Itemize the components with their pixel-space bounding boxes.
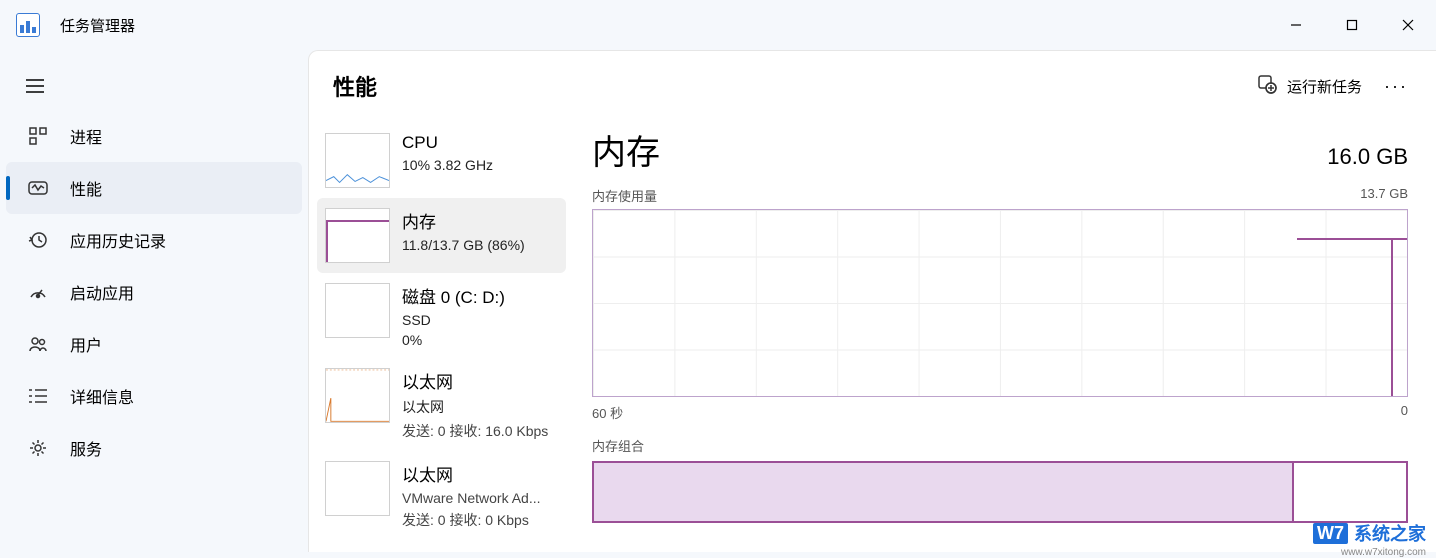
nav-services[interactable]: 服务 xyxy=(6,422,302,474)
detail-panel: 内存 16.0 GB 内存使用量 13.7 GB 60 秒 0 内存组合 xyxy=(574,121,1436,552)
run-task-icon xyxy=(1257,74,1277,98)
mini-title: CPU xyxy=(402,133,493,153)
history-icon xyxy=(28,230,48,250)
app-icon xyxy=(16,13,40,37)
maximize-button[interactable] xyxy=(1324,0,1380,50)
main-header: 性能 运行新任务 ··· xyxy=(309,51,1436,121)
mini-panel: CPU 10% 3.82 GHz 内存 11.8/13.7 GB (86%) 磁… xyxy=(309,121,574,552)
mini-item-ethernet-1[interactable]: 以太网 以太网 发送: 0 接收: 16.0 Kbps xyxy=(317,358,566,451)
mini-item-ethernet-2[interactable]: 以太网 VMware Network Ad... 发送: 0 接收: 0 Kbp… xyxy=(317,451,566,540)
sidebar: 进程 性能 应用历史记录 启动应用 用户 详细信息 服务 xyxy=(0,50,308,552)
app-title: 任务管理器 xyxy=(60,15,135,36)
page-title: 性能 xyxy=(333,70,377,102)
disk-thumbnail xyxy=(325,283,390,338)
hamburger-button[interactable] xyxy=(0,62,308,110)
nav-app-history[interactable]: 应用历史记录 xyxy=(6,214,302,266)
grid-icon xyxy=(28,126,48,146)
mini-title: 磁盘 0 (C: D:) xyxy=(402,283,505,308)
speedometer-icon xyxy=(28,282,48,302)
ethernet-thumbnail xyxy=(325,368,390,423)
nav-label: 进程 xyxy=(70,124,102,148)
mini-sub: 10% 3.82 GHz xyxy=(402,157,493,173)
nav-performance[interactable]: 性能 xyxy=(6,162,302,214)
mini-sub: 11.8/13.7 GB (86%) xyxy=(402,237,525,253)
window-controls xyxy=(1268,0,1436,50)
users-icon xyxy=(28,334,48,354)
mini-title: 以太网 xyxy=(402,368,548,393)
close-button[interactable] xyxy=(1380,0,1436,50)
memory-usage-chart xyxy=(592,209,1408,397)
main-panel: 性能 运行新任务 ··· CPU 10% 3.82 GHz xyxy=(308,50,1436,552)
nav-label: 服务 xyxy=(70,436,102,460)
mini-item-memory[interactable]: 内存 11.8/13.7 GB (86%) xyxy=(317,198,566,273)
mini-sub: 以太网 xyxy=(402,397,548,417)
title-bar: 任务管理器 xyxy=(0,0,1436,50)
mini-sub: SSD xyxy=(402,312,505,328)
mini-sub: VMware Network Ad... xyxy=(402,490,541,506)
nav-processes[interactable]: 进程 xyxy=(6,110,302,162)
x-axis-left: 60 秒 xyxy=(592,403,623,422)
more-button[interactable]: ··· xyxy=(1374,70,1418,103)
mini-title: 内存 xyxy=(402,208,525,233)
memory-composition-chart xyxy=(592,461,1408,523)
detail-total: 16.0 GB xyxy=(1327,144,1408,170)
nav-label: 详细信息 xyxy=(70,384,134,408)
composition-label: 内存组合 xyxy=(592,436,1408,455)
mini-item-disk[interactable]: 磁盘 0 (C: D:) SSD 0% xyxy=(317,273,566,358)
nav-label: 性能 xyxy=(70,176,102,200)
mini-sub2: 发送: 0 接收: 0 Kbps xyxy=(402,510,541,530)
nav-details[interactable]: 详细信息 xyxy=(6,370,302,422)
memory-thumbnail xyxy=(325,208,390,263)
usage-label: 内存使用量 xyxy=(592,186,657,205)
nav-label: 应用历史记录 xyxy=(70,228,166,252)
run-new-task-button[interactable]: 运行新任务 xyxy=(1253,68,1366,104)
activity-icon xyxy=(28,178,48,198)
nav-label: 启动应用 xyxy=(70,280,134,304)
detail-title: 内存 xyxy=(592,125,660,174)
mini-sub2: 发送: 0 接收: 16.0 Kbps xyxy=(402,421,548,441)
nav-startup-apps[interactable]: 启动应用 xyxy=(6,266,302,318)
list-icon xyxy=(28,386,48,406)
ethernet-thumbnail xyxy=(325,461,390,516)
usage-max: 13.7 GB xyxy=(1360,186,1408,205)
mini-title: 以太网 xyxy=(402,461,541,486)
gear-icon xyxy=(28,438,48,458)
mini-item-cpu[interactable]: CPU 10% 3.82 GHz xyxy=(317,123,566,198)
minimize-button[interactable] xyxy=(1268,0,1324,50)
nav-label: 用户 xyxy=(70,332,102,356)
x-axis-right: 0 xyxy=(1401,403,1408,422)
nav-users[interactable]: 用户 xyxy=(6,318,302,370)
cpu-thumbnail xyxy=(325,133,390,188)
mini-sub2: 0% xyxy=(402,332,505,348)
run-task-label: 运行新任务 xyxy=(1287,76,1362,97)
